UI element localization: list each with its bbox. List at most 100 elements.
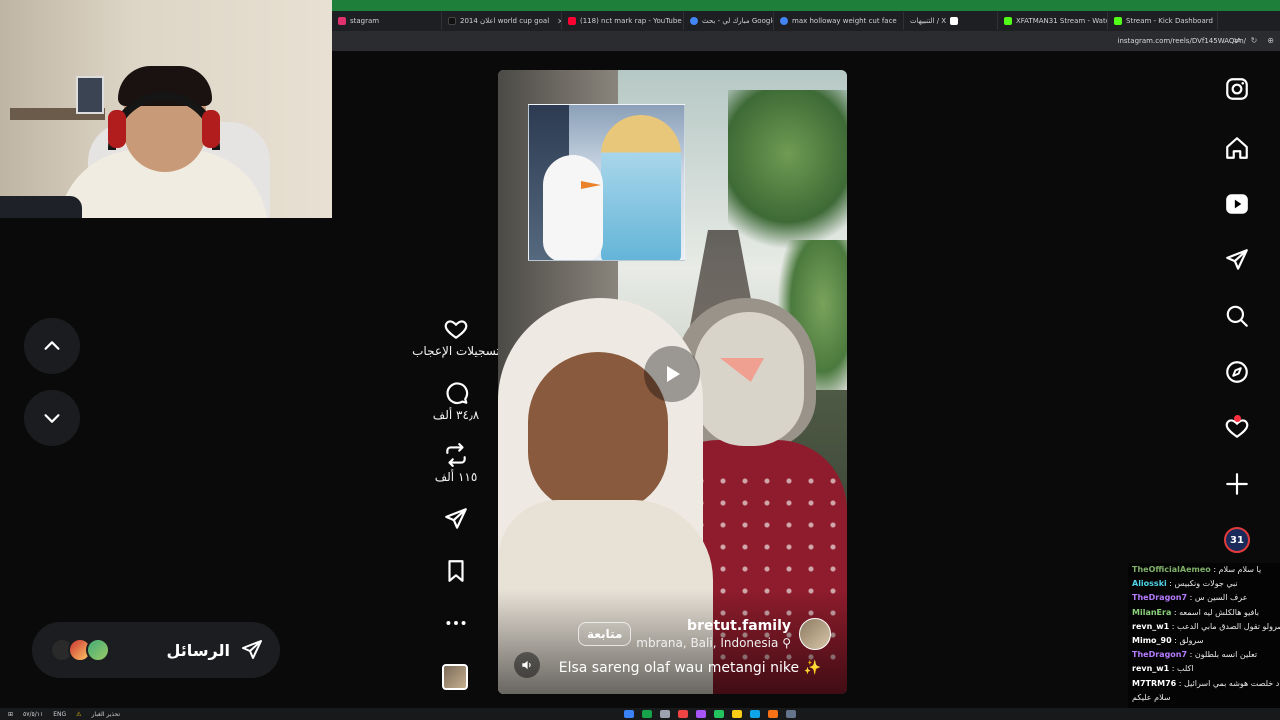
x-icon bbox=[950, 17, 959, 25]
create-icon[interactable] bbox=[1224, 471, 1250, 497]
google-icon bbox=[690, 17, 698, 25]
chat-message: Aliosski : نبي جولات ونكبيس bbox=[1132, 579, 1238, 589]
stream-chat: TheOfficialAemeo : يا سلام سلام Aliosski… bbox=[1128, 563, 1280, 708]
like-label: تسجيلات الإعجاب bbox=[412, 344, 500, 358]
repost-icon bbox=[446, 443, 466, 467]
home-icon[interactable] bbox=[1224, 135, 1250, 161]
taskbar-left: ⊞ ٥٧/٥/١١ ENG ⚠ تحذير الغبار bbox=[8, 711, 120, 718]
taskbar-app-icon[interactable] bbox=[732, 710, 742, 718]
taskbar-language[interactable]: ENG bbox=[53, 711, 66, 718]
author-location[interactable]: mbrana, Bali, Indonesia ⚲ bbox=[636, 636, 791, 650]
reels-icon[interactable] bbox=[1224, 191, 1250, 217]
reel-caption[interactable]: Elsa sareng olaf wau metangi nike ✨ bbox=[559, 660, 821, 676]
taskbar-app-icon[interactable] bbox=[768, 710, 778, 718]
tab-label: max holloway weight cut face bbox=[792, 17, 897, 25]
send-icon[interactable] bbox=[1224, 247, 1250, 273]
taskbar-app-icon[interactable] bbox=[624, 710, 634, 718]
instagram-logo-icon[interactable] bbox=[1224, 76, 1250, 102]
play-button[interactable] bbox=[644, 346, 700, 402]
comment-action[interactable]: ٣٤٫٨ ألف bbox=[404, 380, 508, 422]
taskbar-app-icon[interactable] bbox=[678, 710, 688, 718]
site-settings-icon[interactable]: ⇄ bbox=[1234, 36, 1241, 45]
messages-bar[interactable]: الرسائل bbox=[32, 622, 280, 678]
tab-strip: stagram اعلان 2014 world cup goal ✕ (118… bbox=[332, 11, 1280, 31]
location-pin-icon: ⚲ bbox=[782, 636, 791, 650]
tab-label: stagram bbox=[350, 17, 380, 25]
speaker-icon bbox=[522, 660, 531, 670]
inset-olaf bbox=[543, 155, 603, 260]
taskbar-app-icon[interactable] bbox=[750, 710, 760, 718]
taskbar-apps bbox=[624, 710, 796, 718]
message-avatars bbox=[50, 638, 110, 662]
author-avatar[interactable] bbox=[799, 618, 831, 650]
comment-icon bbox=[446, 382, 469, 405]
reload-icon[interactable]: ↻ bbox=[1251, 36, 1258, 45]
tab-label: مبارك لي - بحث Google bbox=[702, 17, 774, 25]
send-icon bbox=[445, 508, 467, 529]
windows-start-icon[interactable]: ⊞ bbox=[8, 711, 13, 718]
tab-google-2[interactable]: max holloway weight cut face ✕ bbox=[774, 12, 904, 30]
avatar bbox=[86, 638, 110, 662]
search-icon[interactable] bbox=[1224, 303, 1250, 329]
tab-kick-stream[interactable]: XFATMAN31 Stream - Watch Li bbox=[998, 12, 1108, 30]
more-options-action[interactable] bbox=[404, 610, 508, 636]
url-text[interactable]: instagram.com/reels/DVf145WAQVn/ bbox=[1118, 37, 1247, 45]
tab-label: Stream - Kick Dashboard bbox=[1126, 17, 1213, 25]
chat-message: revn_w1 : صرولو تقول الصدق مابي الدعب bbox=[1132, 621, 1280, 631]
address-bar[interactable]: instagram.com/reels/DVf145WAQVn/ ⇄ ↻ ⊕ bbox=[332, 31, 1280, 51]
taskbar-date: ٥٧/٥/١١ bbox=[23, 710, 44, 718]
follow-button[interactable]: متابعة bbox=[578, 622, 632, 646]
tab-label: XFATMAN31 Stream - Watch Li bbox=[1016, 17, 1107, 25]
location-text: mbrana, Bali, Indonesia bbox=[636, 636, 779, 650]
taskbar-app-icon[interactable] bbox=[696, 710, 706, 718]
extensions-icon[interactable]: ⊕ bbox=[1267, 36, 1274, 45]
author-info: bretut.family mbrana, Bali, Indonesia ⚲ bbox=[636, 618, 791, 650]
tab-kick-dashboard[interactable]: Stream - Kick Dashboard bbox=[1108, 12, 1218, 30]
chat-message: TheDragon7 : تعلين انسه بلطلون bbox=[1132, 650, 1258, 660]
chevron-down-icon bbox=[44, 414, 60, 423]
taskbar-app-icon[interactable] bbox=[642, 710, 652, 718]
inset-elsa bbox=[601, 115, 681, 260]
messages-label: الرسائل bbox=[166, 640, 230, 660]
notifications-heart-icon[interactable] bbox=[1224, 415, 1250, 441]
video-inset-frozen-image bbox=[528, 104, 685, 261]
chat-message: M7TRM76 : يلا عاد خلصت هوشه بمي اسرائيل bbox=[1132, 678, 1280, 688]
like-action[interactable]: تسجيلات الإعجاب bbox=[404, 316, 508, 358]
taskbar-app-icon[interactable] bbox=[714, 710, 724, 718]
tab-instagram[interactable]: stagram bbox=[332, 12, 442, 30]
taskbar-app-icon[interactable] bbox=[786, 710, 796, 718]
reposts-count: ١١٥ ألف bbox=[434, 470, 478, 484]
sound-toggle-button[interactable] bbox=[514, 652, 540, 678]
video-palm-tree bbox=[728, 90, 847, 250]
previous-reel-button[interactable] bbox=[24, 318, 80, 374]
save-action[interactable] bbox=[404, 558, 508, 584]
profile-avatar[interactable]: 31 bbox=[1224, 527, 1250, 553]
taskbar-weather[interactable]: تحذير الغبار bbox=[92, 711, 121, 718]
repost-action[interactable]: ١١٥ ألف bbox=[404, 442, 508, 484]
webcam-feed bbox=[0, 0, 332, 218]
reel-video[interactable]: متابعة bretut.family mbrana, Bali, Indon… bbox=[498, 70, 847, 694]
share-action[interactable] bbox=[404, 506, 508, 532]
webcam-microphone bbox=[0, 196, 82, 218]
author-username[interactable]: bretut.family bbox=[636, 618, 791, 634]
tab-x[interactable]: التنبيهات / X bbox=[904, 12, 998, 30]
next-reel-button[interactable] bbox=[24, 390, 80, 446]
tab-tiktok[interactable]: اعلان 2014 world cup goal ✕ bbox=[442, 12, 562, 30]
tab-google-1[interactable]: مبارك لي - بحث Google bbox=[684, 12, 774, 30]
headphone-cup-left bbox=[108, 110, 126, 148]
chat-message: TheDragon7 : عرف السين س bbox=[1132, 593, 1248, 603]
reel-author[interactable]: bretut.family mbrana, Bali, Indonesia ⚲ bbox=[636, 618, 831, 650]
screen: stagram اعلان 2014 world cup goal ✕ (118… bbox=[0, 0, 1280, 720]
kick-icon bbox=[1004, 17, 1012, 25]
tab-label: (118) nct mark rap - YouTube bbox=[580, 17, 682, 25]
tab-youtube[interactable]: (118) nct mark rap - YouTube ✕ bbox=[562, 12, 684, 30]
play-icon bbox=[667, 366, 680, 382]
audio-thumbnail[interactable] bbox=[442, 664, 468, 690]
explore-icon[interactable] bbox=[1224, 359, 1250, 385]
more-icon bbox=[446, 621, 466, 625]
kick-icon bbox=[1114, 17, 1122, 25]
instagram-icon bbox=[338, 17, 346, 25]
taskbar-app-icon[interactable] bbox=[660, 710, 670, 718]
comments-count: ٣٤٫٨ ألف bbox=[432, 408, 480, 422]
instagram-sidebar: 31 bbox=[1212, 70, 1260, 553]
